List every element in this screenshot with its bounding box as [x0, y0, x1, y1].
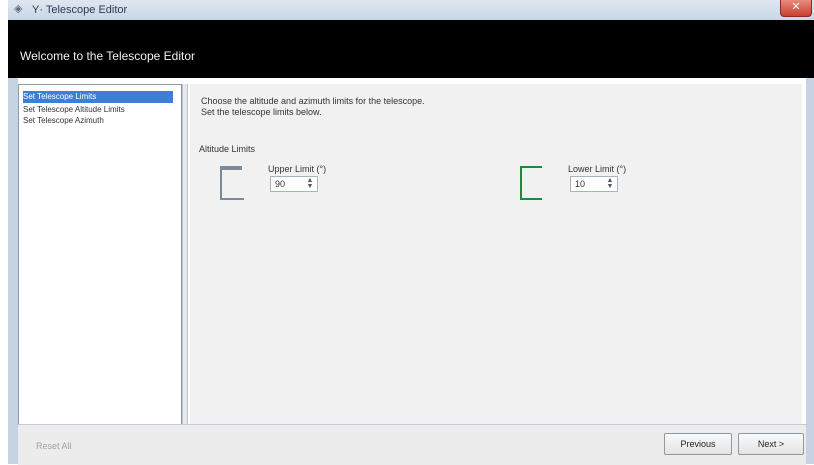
spinner-arrows-icon[interactable]: ▲ ▼: [305, 177, 315, 190]
sidebar-item-azimuth[interactable]: Set Telescope Azimuth: [23, 115, 173, 127]
sidebar: Set Telescope Limits Set Telescope Altit…: [18, 84, 182, 426]
footer-bar: Reset All Previous Next >: [18, 424, 806, 465]
upper-limit-spinner[interactable]: 90 ▲ ▼: [270, 176, 318, 192]
lower-limit-bar-top: [520, 166, 542, 168]
section-label: Altitude Limits: [199, 144, 256, 154]
upper-limit-bar: [220, 166, 242, 170]
lower-limit-value: 10: [575, 179, 586, 189]
sidebar-item-limits[interactable]: Set Telescope Limits: [23, 91, 173, 103]
close-icon: ✕: [791, 1, 801, 13]
upper-limit-value: 90: [275, 179, 286, 189]
reset-link[interactable]: Reset All: [36, 441, 72, 451]
sidebar-item-label: Set Telescope Limits: [23, 92, 97, 101]
lower-limit-spinner[interactable]: 10 ▲ ▼: [570, 176, 618, 192]
main-panel: Choose the altitude and azimuth limits f…: [190, 84, 802, 424]
next-button[interactable]: Next >: [738, 433, 804, 455]
window-frame-left: [8, 78, 18, 464]
window-frame-right: [806, 78, 814, 464]
close-button[interactable]: ✕: [780, 0, 812, 17]
app-icon: ◈: [14, 3, 23, 15]
page-title: Welcome to the Telescope Editor: [20, 49, 195, 63]
upper-limit-label: Upper Limit (°): [268, 164, 327, 174]
spinner-arrows-icon[interactable]: ▲ ▼: [605, 177, 615, 190]
lower-limit-label: Lower Limit (°): [568, 164, 627, 174]
sidebar-item-label: Set Telescope Azimuth: [23, 116, 104, 125]
sidebar-item-label: Set Telescope Altitude Limits: [23, 105, 125, 114]
description-line-1: Choose the altitude and azimuth limits f…: [201, 96, 425, 106]
window-title: Y· Telescope Editor: [32, 4, 128, 16]
previous-button[interactable]: Previous: [664, 433, 732, 455]
upper-limit-diagram-icon: [220, 166, 244, 200]
header-banner: Welcome to the Telescope Editor: [8, 20, 814, 78]
lower-limit-bar-bottom: [520, 198, 542, 200]
panel-splitter[interactable]: [182, 84, 188, 424]
lower-limit-diagram-icon: [520, 166, 544, 200]
description-line-2: Set the telescope limits below.: [201, 107, 322, 117]
window-titlebar: ◈ Y· Telescope Editor ✕: [8, 0, 814, 21]
